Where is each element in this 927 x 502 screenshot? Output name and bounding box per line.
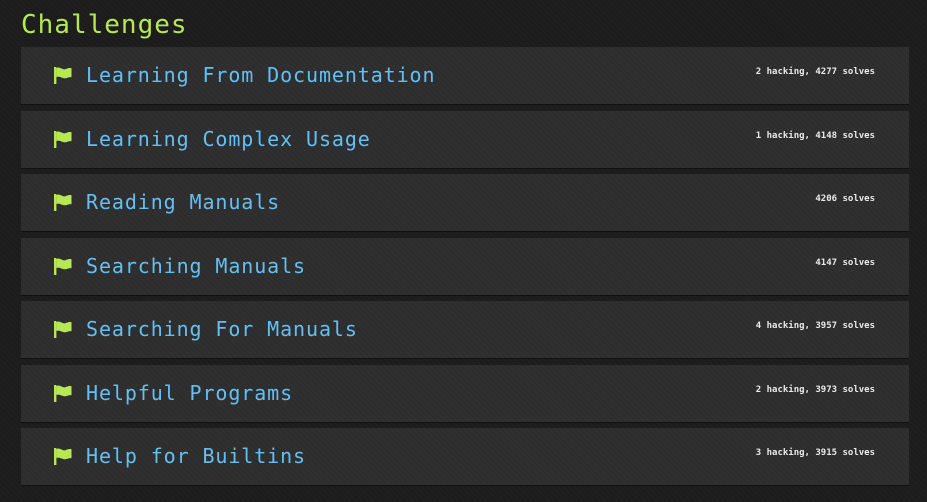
challenge-stats: 4 hacking, 3957 solves (755, 321, 875, 331)
flag-icon (53, 193, 73, 211)
flag-icon (53, 66, 73, 84)
challenge-stats: 1 hacking, 4148 solves (755, 130, 875, 141)
challenge-stats: 4206 solves (815, 194, 875, 204)
flag-icon (53, 257, 73, 275)
challenges-page: Challenges Learning From Documentation 2 … (0, 0, 927, 502)
challenge-name[interactable]: Searching For Manuals (86, 316, 358, 342)
challenge-stats: 3 hacking, 3915 solves (755, 448, 875, 458)
challenge-name[interactable]: Searching Manuals (86, 253, 306, 279)
challenge-row[interactable]: Help for Builtins 3 hacking, 3915 solves (21, 428, 909, 485)
challenge-stats: 2 hacking, 3973 solves (755, 384, 875, 395)
flag-icon (53, 130, 73, 148)
challenge-row[interactable]: Reading Manuals 4206 solves (21, 174, 909, 231)
flag-icon (53, 447, 73, 465)
challenge-name[interactable]: Reading Manuals (86, 189, 280, 215)
challenge-list: Learning From Documentation 2 hacking, 42… (21, 47, 909, 492)
challenge-row[interactable]: Searching For Manuals 4 hacking, 3957 sol… (21, 301, 909, 358)
page-title: Challenges (21, 10, 188, 40)
challenge-name[interactable]: Learning From Documentation (86, 62, 435, 88)
challenge-stats: 2 hacking, 4277 solves (755, 67, 875, 77)
challenge-row[interactable]: Searching Manuals 4147 solves (21, 237, 909, 295)
flag-icon (53, 384, 73, 402)
challenge-name[interactable]: Help for Builtins (86, 443, 306, 469)
challenge-name[interactable]: Learning Complex Usage (86, 126, 371, 152)
flag-icon (53, 320, 73, 338)
challenge-name[interactable]: Helpful Programs (86, 380, 293, 406)
challenge-stats: 4147 solves (815, 257, 875, 268)
challenge-row[interactable]: Learning From Documentation 2 hacking, 42… (21, 47, 909, 104)
challenge-row[interactable]: Learning Complex Usage 1 hacking, 4148 so… (21, 110, 909, 168)
challenge-row[interactable]: Helpful Programs 2 hacking, 3973 solves (21, 364, 909, 422)
